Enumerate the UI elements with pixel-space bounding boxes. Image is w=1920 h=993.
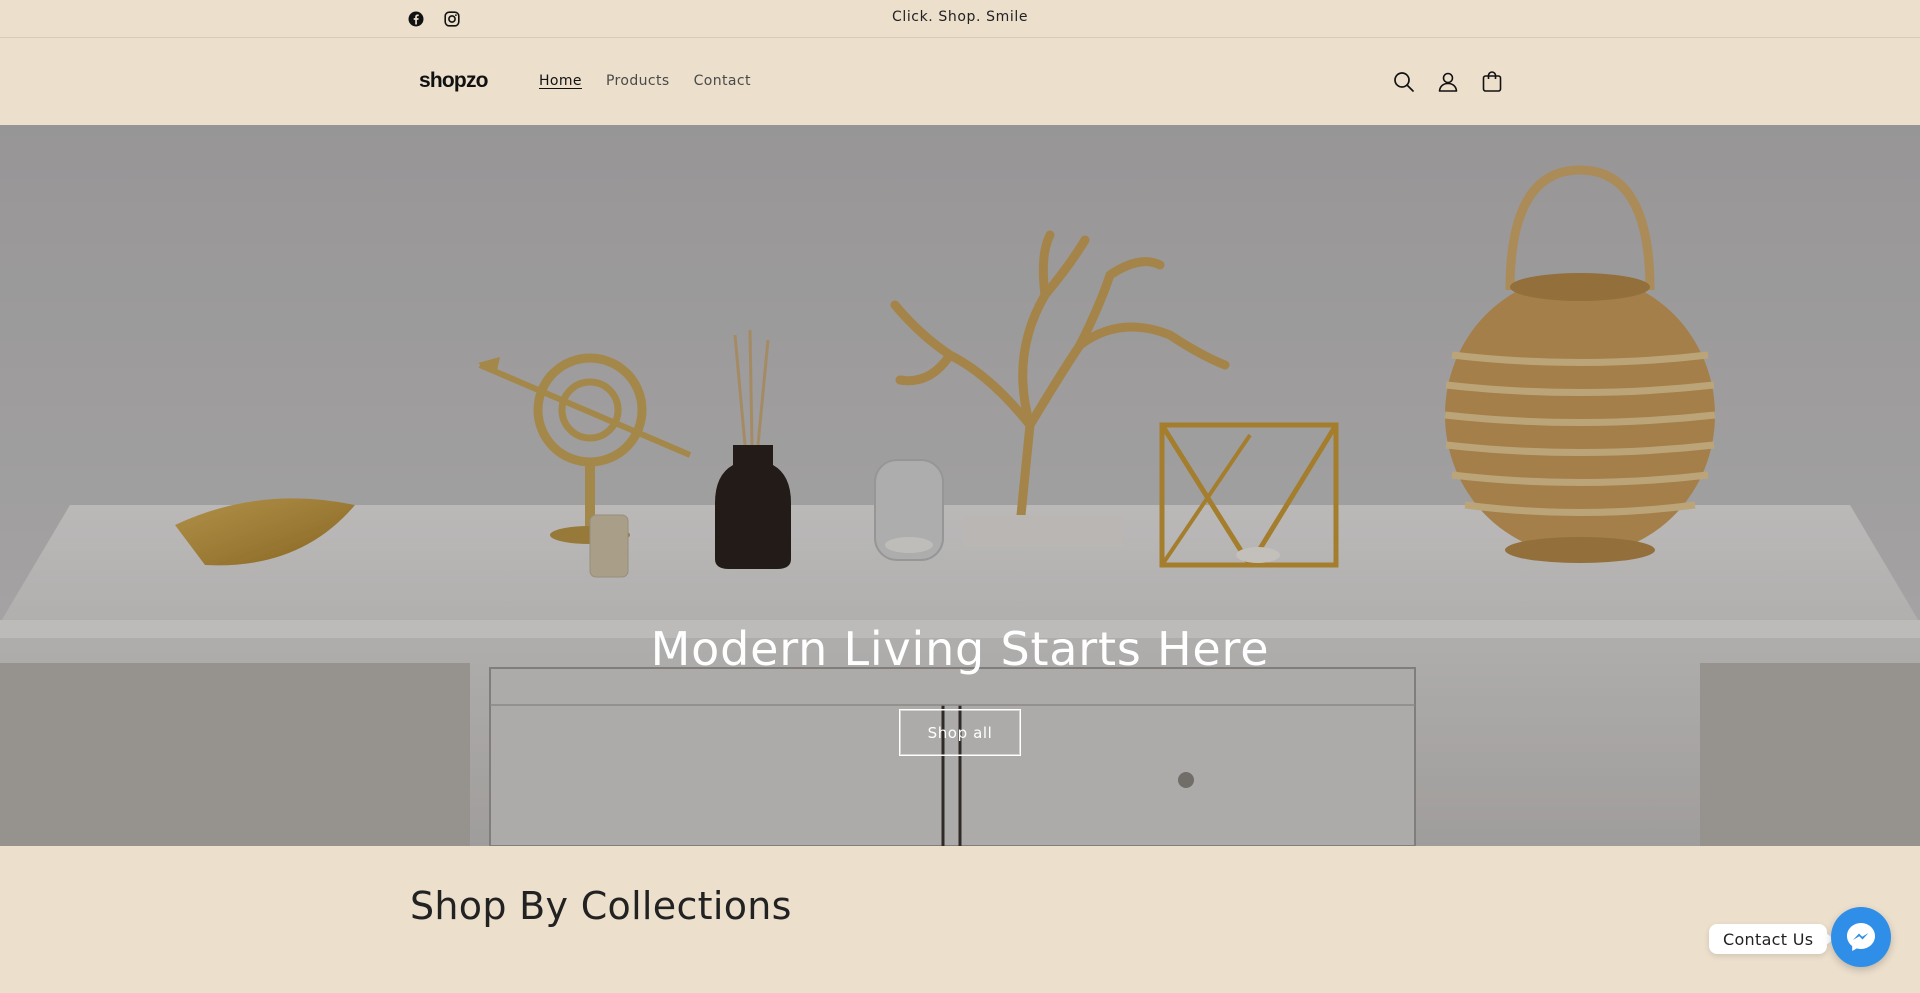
hero-banner: Modern Living Starts Here Shop all xyxy=(0,125,1920,846)
shop-all-button[interactable]: Shop all xyxy=(899,709,1021,756)
nav-products[interactable]: Products xyxy=(606,73,670,89)
account-icon[interactable] xyxy=(1435,69,1461,95)
nav-contact[interactable]: Contact xyxy=(694,73,751,89)
announcement-text: Click. Shop. Smile xyxy=(891,9,1029,25)
collections-title: Shop By Collections xyxy=(410,884,792,928)
contact-us-label[interactable]: Contact Us xyxy=(1709,924,1835,954)
logo[interactable]: shopzo xyxy=(419,69,488,93)
announcement-bar: Click. Shop. Smile xyxy=(0,0,1920,38)
cart-icon[interactable] xyxy=(1479,69,1505,95)
site-header: shopzo Home Products Contact xyxy=(0,39,1920,125)
hero-title: Modern Living Starts Here xyxy=(650,622,1270,676)
search-icon[interactable] xyxy=(1391,69,1417,95)
nav-home[interactable]: Home xyxy=(539,73,582,89)
main-nav: Home Products Contact xyxy=(539,73,775,89)
messenger-icon[interactable] xyxy=(1831,907,1891,967)
